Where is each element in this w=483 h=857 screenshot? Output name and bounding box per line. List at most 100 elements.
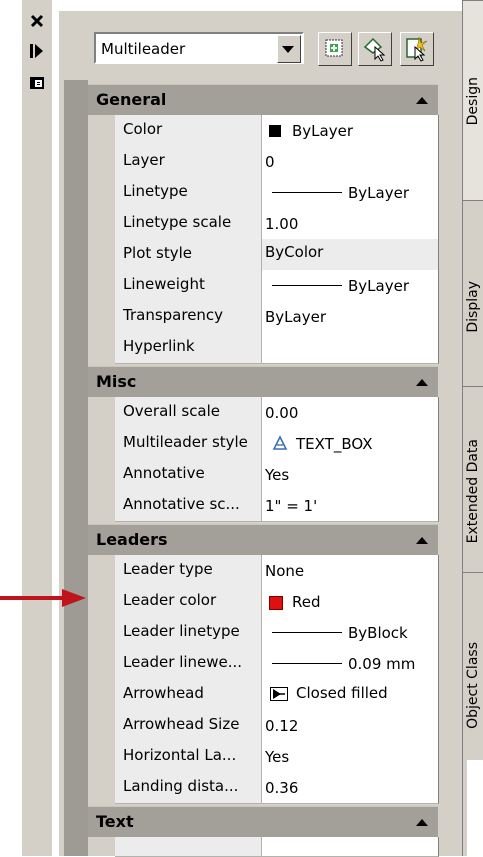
collapse-icon[interactable] <box>416 819 428 826</box>
chevron-down-icon[interactable] <box>277 35 301 63</box>
category-label: Leaders <box>96 530 168 549</box>
property-name: Plot style <box>123 244 193 262</box>
properties-menu-icon[interactable] <box>22 72 52 94</box>
property-value: 1.00 <box>265 215 299 233</box>
property-row[interactable]: Color ByLayer <box>88 115 439 147</box>
property-value: 0.36 <box>265 779 299 797</box>
property-row[interactable]: Leader linewe... 0.09 mm <box>88 648 439 680</box>
property-row-leader-color[interactable]: Leader color Red <box>88 586 439 618</box>
property-row[interactable]: Multileader style TEXT_BOX <box>88 428 439 460</box>
property-name: Multileader style <box>123 433 248 451</box>
property-value: Yes <box>265 466 290 484</box>
property-value: 0.09 mm <box>348 655 416 673</box>
property-name: Hyperlink <box>123 337 195 355</box>
palette-title-strip <box>22 0 52 856</box>
category-label: Misc <box>96 372 137 391</box>
tab-area <box>467 760 483 856</box>
annotative-icon <box>272 435 288 455</box>
property-name: Lineweight <box>123 275 205 293</box>
property-name: Transparency <box>123 306 224 324</box>
property-name: Arrowhead Size <box>123 715 240 733</box>
tab-display[interactable]: Display <box>463 200 483 387</box>
tab-label: Extended Data <box>465 438 481 543</box>
property-value: ByLayer <box>348 277 409 295</box>
property-value: 0.00 <box>265 404 299 422</box>
color-swatch-icon <box>269 596 283 610</box>
object-type-value: Multileader <box>101 40 186 58</box>
property-value: None <box>265 562 305 580</box>
quick-select-button[interactable] <box>400 32 434 66</box>
tab-extended-data[interactable]: Extended Data <box>463 386 483 573</box>
property-row[interactable]: Transparency ByLayer <box>88 301 439 333</box>
property-row[interactable]: Annotative Yes <box>88 459 439 491</box>
property-name: Leader linewe... <box>123 653 243 671</box>
property-row[interactable]: Horizontal La... Yes <box>88 741 439 773</box>
tab-object-class[interactable]: Object Class <box>463 572 483 761</box>
collapse-icon[interactable] <box>416 537 428 544</box>
property-name: Layer <box>123 151 165 169</box>
property-row[interactable]: Layer 0 <box>88 146 439 178</box>
property-row[interactable]: Leader linetype ByBlock <box>88 617 439 649</box>
tab-design[interactable]: Design <box>463 0 483 201</box>
category-label: Text <box>96 812 134 831</box>
property-value: ByLayer <box>265 308 326 326</box>
property-row[interactable]: Hyperlink <box>88 332 439 364</box>
category-misc[interactable]: Misc <box>88 366 438 400</box>
property-value: ByLayer <box>348 184 409 202</box>
property-value: ByBlock <box>348 624 408 642</box>
collapse-icon[interactable] <box>416 97 428 104</box>
property-value: TEXT_BOX <box>296 435 373 453</box>
category-leaders[interactable]: Leaders <box>88 524 438 558</box>
property-row[interactable]: Plot style ByColor <box>88 239 439 271</box>
property-name: Horizontal La... <box>123 746 237 764</box>
property-row[interactable]: Arrowhead Closed filled <box>88 679 439 711</box>
property-row[interactable]: Leader type None <box>88 555 439 587</box>
tab-label: Display <box>465 281 481 333</box>
property-value: Yes <box>265 748 290 766</box>
close-icon[interactable] <box>22 10 52 32</box>
category-label: General <box>96 90 167 109</box>
color-swatch-icon <box>269 125 281 137</box>
property-value: 0 <box>265 153 275 171</box>
category-general[interactable]: General <box>88 84 438 118</box>
side-tabs: Design Display Extended Data Object Clas… <box>462 0 483 856</box>
tab-label: Design <box>465 76 481 125</box>
tab-label: Object Class <box>465 642 481 729</box>
closed-filled-arrow-icon <box>270 687 288 705</box>
property-name: Leader type <box>123 560 213 578</box>
property-row[interactable]: Linetype ByLayer <box>88 177 439 209</box>
lineweight-preview-icon <box>272 285 342 286</box>
linetype-preview-icon <box>272 192 342 193</box>
property-row[interactable]: Landing dista... 0.36 <box>88 772 439 804</box>
property-row[interactable]: Linetype scale 1.00 <box>88 208 439 240</box>
select-objects-button[interactable] <box>358 32 392 66</box>
property-name: Leader linetype <box>123 622 240 640</box>
property-row[interactable]: Arrowhead Size 0.12 <box>88 710 439 742</box>
grid-gutter <box>64 80 88 856</box>
auto-hide-icon[interactable] <box>22 40 52 62</box>
property-row[interactable]: Lineweight ByLayer <box>88 270 439 302</box>
property-name: Leader color <box>123 591 217 609</box>
category-text[interactable]: Text <box>88 806 438 840</box>
property-value: 0.12 <box>265 717 299 735</box>
property-name: Annotative sc... <box>123 495 240 513</box>
property-name: Linetype scale <box>123 213 232 231</box>
property-name: Linetype <box>123 182 188 200</box>
property-value: Red <box>292 593 321 611</box>
property-name: Arrowhead <box>123 684 204 702</box>
property-row[interactable] <box>88 837 439 857</box>
property-value: 1" = 1' <box>265 497 318 515</box>
toggle-pickadd-button[interactable] <box>318 32 352 66</box>
property-name: Landing dista... <box>123 777 239 795</box>
property-row[interactable]: Annotative sc... 1" = 1' <box>88 490 439 522</box>
property-value: Closed filled <box>296 684 388 702</box>
property-name: Overall scale <box>123 402 221 420</box>
red-arrow-icon <box>0 587 88 609</box>
property-name: Annotative <box>123 464 205 482</box>
property-name: Color <box>123 120 163 138</box>
property-row[interactable]: Overall scale 0.00 <box>88 397 439 429</box>
collapse-icon[interactable] <box>416 379 428 386</box>
linetype-preview-icon <box>272 632 342 633</box>
object-type-select[interactable]: Multileader <box>94 32 304 64</box>
property-value: ByColor <box>265 243 324 261</box>
